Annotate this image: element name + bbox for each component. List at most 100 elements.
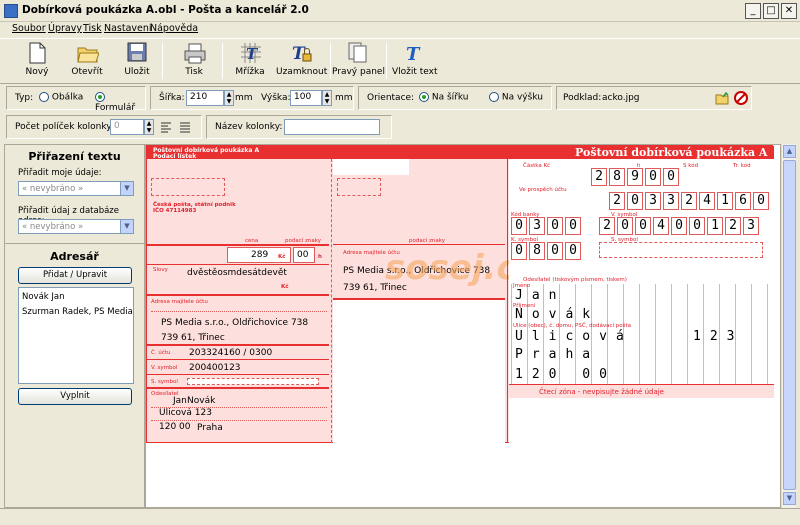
print-button[interactable]: Tisk — [176, 39, 212, 83]
radio-selected-icon — [95, 92, 105, 102]
specific-symbol-box — [599, 242, 763, 258]
amount-digit-cell: 0 — [663, 168, 679, 186]
assign-text-title: Přiřazení textu — [28, 150, 121, 163]
maximize-button[interactable]: □ — [763, 3, 779, 19]
scroll-down-arrow-icon[interactable]: ▼ — [783, 492, 796, 505]
background-group: Podklad: acko.jpg — [556, 86, 752, 110]
open-button[interactable]: Otevřít — [66, 39, 108, 83]
left-panel: Přiřazení textu Přiřadit moje údaje: « n… — [4, 144, 145, 508]
amount-digit-cell: 8 — [609, 168, 625, 186]
account-number: 203324160 / 0300 — [189, 348, 273, 358]
db-data-select[interactable]: « nevybráno » ▼ — [18, 219, 134, 234]
vs-digit-cell: 2 — [599, 217, 615, 235]
vs-digit-cell: 3 — [743, 217, 759, 235]
variable-symbol: 200400123 — [189, 363, 241, 373]
toolbar-separator — [386, 43, 387, 79]
status-bar — [0, 508, 800, 525]
right-panel-button[interactable]: Pravý panel — [332, 39, 385, 83]
vs-digit-cell: 4 — [653, 217, 669, 235]
account-digit-cell: 0 — [627, 192, 643, 210]
menu-nastaveni[interactable]: Nastavení — [104, 23, 152, 34]
form-rule — [147, 264, 329, 265]
scroll-up-arrow-icon[interactable]: ▲ — [783, 145, 796, 158]
contact-list[interactable]: Novák Jan Szurman Radek, PS Media s.r. — [18, 287, 134, 384]
fill-button[interactable]: Vyplnit — [18, 388, 132, 405]
account-digit-cell: 3 — [663, 192, 679, 210]
ks-digit-cell: 8 — [529, 242, 545, 260]
columns-count-input[interactable]: 0 — [110, 119, 144, 135]
list-item[interactable]: Novák Jan — [19, 288, 133, 302]
remove-background-icon[interactable] — [734, 91, 748, 105]
new-button[interactable]: Nový — [18, 39, 56, 83]
radio-selected-icon — [419, 92, 429, 102]
form-rule — [147, 244, 329, 246]
dotted-line — [151, 311, 327, 312]
menu-soubor[interactable]: Soubor — [12, 23, 46, 34]
height-input[interactable]: 100 — [290, 90, 322, 106]
bank-digit-cell: 3 — [529, 217, 545, 235]
align-justify-icon[interactable] — [179, 121, 191, 133]
add-edit-button[interactable]: Přidat / Upravit — [18, 267, 132, 284]
orient-landscape-radio[interactable]: Na šířku — [419, 92, 469, 103]
chevron-down-icon: ▼ — [120, 220, 133, 233]
amount-digit-cell: 0 — [645, 168, 661, 186]
orient-portrait-radio[interactable]: Na výšku — [489, 92, 543, 103]
text-icon: T — [403, 42, 423, 65]
scroll-thumb[interactable] — [783, 160, 796, 490]
radio-icon — [39, 92, 49, 102]
align-left-icon[interactable] — [160, 121, 172, 133]
app-icon — [4, 4, 18, 18]
lock-button[interactable]: T Uzamknout — [276, 39, 327, 83]
save-button[interactable]: Uložit — [118, 39, 156, 83]
menu-tisk[interactable]: Tisk — [83, 23, 102, 34]
title-bar: Dobírková poukázka A.obl - Pošta a kance… — [0, 0, 800, 22]
form-rule — [147, 387, 329, 389]
height-spinner[interactable]: ▲ ▼ — [322, 90, 332, 106]
toolbar-separator — [222, 43, 223, 79]
vs-digit-cell: 1 — [707, 217, 723, 235]
minimize-button[interactable]: _ — [745, 3, 761, 19]
column-name-input[interactable] — [284, 119, 380, 135]
account-digit-cell: 0 — [753, 192, 769, 210]
form-rule — [147, 374, 329, 375]
grid-button[interactable]: T Mřížka — [232, 39, 268, 83]
column-name-group: Název kolonky: — [206, 115, 392, 139]
specific-symbol-box — [187, 378, 319, 385]
toolbar-separator — [162, 43, 163, 79]
bank-digit-cell: 0 — [547, 217, 563, 235]
ks-digit-cell: 0 — [565, 242, 581, 260]
account-digit-cell: 2 — [609, 192, 625, 210]
read-zone — [509, 398, 774, 444]
stamp-box — [337, 178, 381, 196]
width-input[interactable]: 210 — [186, 90, 224, 106]
width-spinner[interactable]: ▲ ▼ — [224, 90, 234, 106]
ks-digit-cell: 0 — [547, 242, 563, 260]
form-rule — [333, 244, 505, 245]
form-rule — [147, 294, 329, 296]
panel-divider — [5, 243, 144, 244]
type-form-radio[interactable]: Formulář — [95, 92, 145, 113]
menu-upravy[interactable]: Úpravy — [48, 23, 82, 34]
type-envelope-radio[interactable]: Obálka — [39, 92, 83, 103]
printer-icon — [184, 42, 206, 64]
open-background-icon[interactable] — [715, 91, 729, 105]
close-button[interactable]: ✕ — [781, 3, 797, 19]
toolbar: Nový Otevřít Uložit Tisk T Mřížka T Uzam… — [0, 38, 800, 84]
my-data-select[interactable]: « nevybráno » ▼ — [18, 181, 134, 196]
amount-digit-cell: 9 — [627, 168, 643, 186]
account-digit-cell: 6 — [735, 192, 751, 210]
form-rule — [507, 159, 508, 443]
columns-spinner[interactable]: ▲ ▼ — [144, 119, 154, 135]
window-title: Dobírková poukázka A.obl - Pošta a kance… — [22, 4, 309, 16]
ks-digit-cell: 0 — [511, 242, 527, 260]
account-digit-cell: 2 — [681, 192, 697, 210]
vertical-scrollbar[interactable]: ▲ ▼ — [781, 144, 796, 508]
vs-digit-cell: 0 — [617, 217, 633, 235]
list-item[interactable]: Szurman Radek, PS Media s.r. — [19, 302, 133, 317]
design-canvas[interactable]: Poštovní dobírková poukázka A Poštovní d… — [145, 144, 781, 508]
stamp-box — [151, 178, 225, 196]
menu-napoveda[interactable]: Nápověda — [150, 23, 198, 34]
form-title: Poštovní dobírková poukázka A — [575, 146, 768, 159]
insert-text-button[interactable]: T Vložit text — [392, 39, 438, 83]
amount-words: dvěstěosmdesátdevět — [187, 268, 287, 278]
